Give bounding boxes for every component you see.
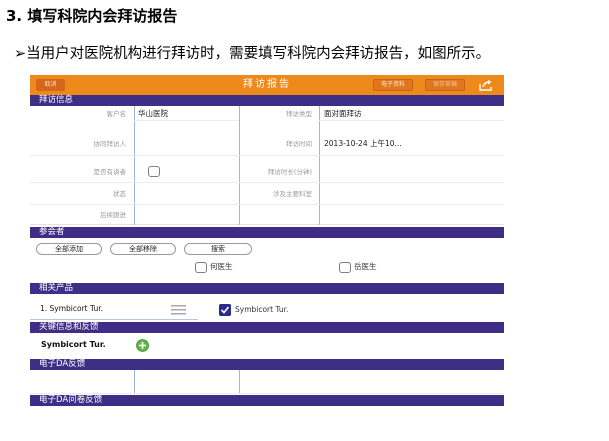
field-label-department: 涉及主要科室 [273, 190, 312, 198]
bullet-arrow-icon: ➢ [14, 46, 27, 62]
top-bar: 取消 拜访报告 电子资料 保存草稿 [30, 75, 504, 95]
field-label-customer: 客户名 [106, 110, 127, 118]
section-header-eda-survey: 电子DA问卷反馈 [30, 395, 504, 406]
form-divider [134, 106, 135, 225]
intro-text: 当用户对医院机构进行拜访时，需要填写科院内会拜访报告，如图所示。 [26, 46, 491, 62]
key-info-product: Symbicort Tur. [41, 340, 106, 349]
share-icon[interactable] [479, 79, 493, 91]
product-checkbox-checked-icon[interactable] [219, 304, 231, 316]
field-label-follow-up: 后续跟进 [100, 211, 126, 219]
save-draft-button[interactable]: 保存草稿 [425, 79, 465, 91]
field-value-visit-time[interactable]: 2013-10-24 上午10... [324, 139, 402, 149]
field-label-has-speaker: 是否有讲者 [93, 168, 127, 176]
document-intro: ➢当用户对医院机构进行拜访时，需要填写科院内会拜访报告，如图所示。 [14, 44, 490, 64]
form-divider [134, 370, 135, 394]
attendee-checkbox[interactable] [339, 261, 351, 273]
attendee-name: 何医生 [210, 262, 233, 271]
key-info-row: Symbicort Tur. [30, 336, 504, 354]
eda-feedback-area [30, 370, 504, 394]
form-divider [319, 106, 320, 225]
attendee-option[interactable]: 岳医生 [339, 261, 377, 273]
add-all-button[interactable]: 全部添加 [36, 243, 102, 255]
field-label-visit-time: 拜访时间 [286, 140, 312, 148]
section-header-eda-feedback: 电子DA反馈 [30, 359, 504, 370]
product-row: 1. Symbicort Tur. Symbicort Tur. [30, 300, 504, 320]
speaker-checkbox[interactable] [148, 166, 160, 177]
field-underline [134, 120, 239, 121]
eda-survey-area [30, 406, 504, 410]
section-header-visit-info: 拜访信息 [30, 95, 504, 106]
field-label-status: 状态 [113, 190, 126, 198]
product-list-item[interactable]: 1. Symbicort Tur. [40, 304, 103, 314]
row-divider [30, 393, 504, 394]
row-divider [30, 182, 504, 183]
add-circle-icon[interactable] [136, 339, 149, 352]
remove-all-button[interactable]: 全部移除 [110, 243, 176, 255]
field-label-co-visitor: 协同拜访人 [93, 140, 127, 148]
field-label-visit-type: 拜访类型 [286, 110, 312, 118]
row-divider [30, 155, 504, 156]
attendee-name: 岳医生 [354, 262, 377, 271]
attendee-checkbox[interactable] [195, 261, 207, 273]
product-checkbox-label: Symbicort Tur. [235, 305, 289, 314]
section-header-products: 相关产品 [30, 283, 504, 294]
reorder-handle-icon[interactable] [171, 305, 186, 315]
field-underline [319, 120, 504, 121]
document-heading: 3. 填写科院内会拜访报告 [6, 7, 178, 25]
field-label-duration: 拜访时长(分钟) [267, 168, 312, 176]
field-value-customer[interactable]: 华山医院 [138, 109, 168, 119]
attendee-option[interactable]: 何医生 [195, 261, 233, 273]
section-header-key-info: 关键信息和反馈 [30, 322, 504, 333]
field-value-visit-type[interactable]: 面对面拜访 [324, 109, 362, 119]
product-underline [30, 319, 198, 320]
search-button[interactable]: 搜索 [184, 243, 252, 255]
form-divider [239, 370, 240, 394]
row-divider [30, 204, 504, 205]
visit-report-screen: 取消 拜访报告 电子资料 保存草稿 拜访信息 客户名 华山医院 拜访类型 面对面… [30, 75, 504, 410]
visit-info-form: 客户名 华山医院 拜访类型 面对面拜访 协同拜访人 拜访时间 2013-10-2… [30, 106, 504, 225]
section-header-attendees: 参会者 [30, 227, 504, 238]
e-materials-button[interactable]: 电子资料 [373, 79, 413, 91]
form-divider [239, 106, 240, 225]
